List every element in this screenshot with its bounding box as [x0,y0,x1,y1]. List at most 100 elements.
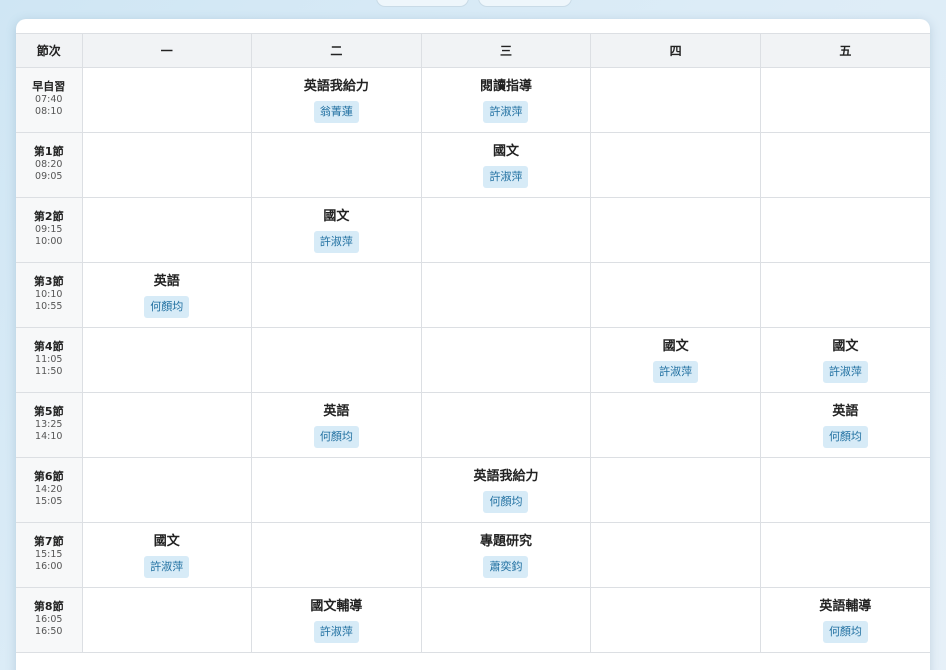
class-cell [420,327,592,393]
timetable-card: 節次 一二三四五 早自習 07:40 08:10 英語我給力 翁菁蓮 閱讀指導 許淑萍 第1節… [16,19,930,670]
teacher-badge: 許淑萍 [653,361,699,383]
period-column-header: 節次 [16,33,83,68]
class-cell [81,587,253,653]
period-row: 第7節 15:15 16:00 國文 許淑萍 專題研究 蕭奕鈞 [16,522,930,588]
day-column-header: 五 [759,33,930,68]
class-cell[interactable]: 國文 許淑萍 [81,522,253,588]
period-name: 第8節 [33,600,64,613]
period-name: 第3節 [33,275,64,288]
class-cell [590,392,761,458]
class-cell[interactable]: 國文 許淑萍 [251,197,422,263]
period-end-time: 08:10 [35,106,63,117]
subject-name: 英語 [832,404,859,419]
class-cell [251,457,422,523]
teacher-badge: 許淑萍 [144,556,190,578]
period-row: 早自習 07:40 08:10 英語我給力 翁菁蓮 閱讀指導 許淑萍 [16,67,930,133]
class-cell[interactable]: 國文輔導 許淑萍 [251,587,422,653]
class-cell [759,262,930,328]
period-end-time: 14:10 [35,431,63,442]
class-cell [420,262,592,328]
top-tab-button-left[interactable] [376,0,469,7]
period-start-time: 15:15 [35,549,63,560]
class-cell[interactable]: 英語輔導 何顏均 [759,587,930,653]
period-start-time: 08:20 [35,159,63,170]
period-end-time: 10:55 [35,301,63,312]
period-start-time: 11:05 [35,354,63,365]
class-cell[interactable]: 英語我給力 翁菁蓮 [251,67,422,133]
subject-name: 英語 [153,274,180,289]
subject-name: 國文 [492,144,519,159]
class-cell[interactable]: 英語 何顏均 [759,392,930,458]
day-column-header: 二 [251,33,422,68]
period-cell: 第4節 11:05 11:50 [16,327,83,393]
teacher-badge: 許淑萍 [313,231,359,253]
teacher-badge: 蕭奕鈞 [483,556,529,578]
class-cell [759,132,930,198]
period-start-time: 14:20 [35,484,63,495]
teacher-badge: 許淑萍 [483,166,529,188]
header-row: 節次 一二三四五 [16,33,930,68]
day-column-header: 四 [590,33,761,68]
subject-name: 國文輔導 [310,599,363,614]
subject-name: 專題研究 [479,534,532,549]
period-start-time: 16:05 [35,614,63,625]
class-cell [251,132,422,198]
period-name: 第5節 [33,405,64,418]
class-cell[interactable]: 專題研究 蕭奕鈞 [420,522,592,588]
subject-name: 英語輔導 [819,599,872,614]
period-end-time: 15:05 [35,496,63,507]
class-cell [81,327,253,393]
class-cell[interactable]: 國文 許淑萍 [759,327,930,393]
class-cell[interactable]: 英語我給力 何顏均 [420,457,592,523]
period-end-time: 16:50 [35,626,63,637]
period-row: 第1節 08:20 09:05 國文許淑萍 [16,132,930,198]
period-start-time: 07:40 [35,94,63,105]
class-cell [420,197,592,263]
class-cell [251,262,422,328]
class-cell [759,522,930,588]
class-cell [759,67,930,133]
period-row: 第8節 16:05 16:50 國文輔導許淑萍 英語輔導何顏均 [16,587,930,653]
period-end-time: 10:00 [35,236,63,247]
class-cell[interactable]: 英語 何顏均 [81,262,253,328]
subject-name: 英語我給力 [473,469,539,484]
class-cell [590,67,761,133]
period-cell: 第7節 15:15 16:00 [16,522,83,588]
period-row: 第5節 13:25 14:10 英語 何顏均 英語 何顏均 [16,392,930,458]
period-start-time: 09:15 [35,224,63,235]
period-cell: 第1節 08:20 09:05 [16,132,83,198]
subject-name: 閱讀指導 [479,79,532,94]
day-column-header: 一 [81,33,253,68]
class-cell [590,197,761,263]
class-cell[interactable]: 國文 許淑萍 [590,327,761,393]
period-start-time: 10:10 [35,289,63,300]
period-name: 第7節 [33,535,64,548]
teacher-badge: 許淑萍 [822,361,868,383]
subject-name: 國文 [832,339,859,354]
class-cell [251,327,422,393]
period-name: 第2節 [33,210,64,223]
class-cell[interactable]: 英語 何顏均 [251,392,422,458]
period-cell: 第5節 13:25 14:10 [16,392,83,458]
period-end-time: 09:05 [35,171,63,182]
subject-name: 國文 [323,209,350,224]
class-cell[interactable]: 閱讀指導 許淑萍 [420,67,592,133]
timetable-header: 節次 一二三四五 [16,33,930,68]
day-column-header: 三 [420,33,592,68]
class-cell [251,522,422,588]
top-tab-button-right[interactable] [478,0,572,7]
class-cell [81,132,253,198]
period-name: 早自習 [32,80,66,93]
subject-name: 英語 [323,404,350,419]
teacher-badge: 何顏均 [822,621,868,643]
period-cell: 第2節 09:15 10:00 [16,197,83,263]
period-cell: 早自習 07:40 08:10 [16,67,83,133]
teacher-badge: 翁菁蓮 [313,101,359,123]
class-cell[interactable]: 國文 許淑萍 [420,132,592,198]
period-end-time: 16:00 [35,561,63,572]
subject-name: 英語我給力 [303,79,369,94]
teacher-badge: 許淑萍 [313,621,359,643]
class-cell [590,262,761,328]
class-cell [81,457,253,523]
class-cell [420,587,592,653]
